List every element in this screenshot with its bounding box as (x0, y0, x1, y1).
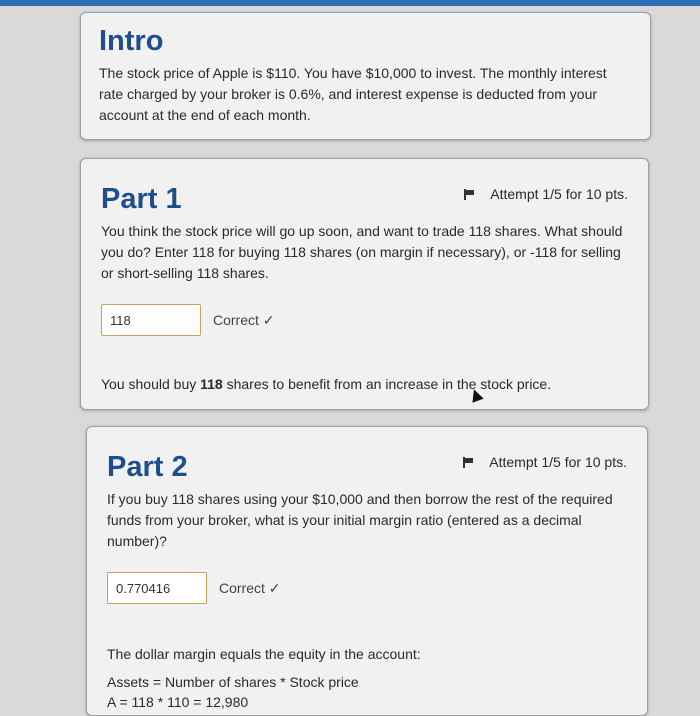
part2-formula-2: A = 118 * 110 = 12,980 (107, 694, 249, 710)
part1-attempt: Attempt 1/5 for 10 pts. (464, 186, 628, 202)
part1-feedback: You should buy 118 shares to benefit fro… (101, 376, 628, 392)
part1-title: Part 1 (101, 183, 182, 215)
part2-question: If you buy 118 shares using your $10,000… (107, 491, 613, 549)
part2-explanation: The dollar margin equals the equity in t… (107, 646, 421, 662)
part2-formula-1: Assets = Number of shares * Stock price (107, 674, 359, 690)
part2-answer-row: Correct ✓ (107, 572, 627, 604)
intro-title: Intro (99, 25, 164, 57)
part1-attempt-label: Attempt 1/5 for 10 pts. (490, 186, 628, 202)
part1-question: You think the stock price will go up soo… (101, 223, 623, 281)
part2-status: Correct ✓ (219, 580, 281, 597)
part2-card: Part 2 Attempt 1/5 for 10 pts. If you bu… (86, 426, 648, 716)
part1-answer-input[interactable] (101, 304, 201, 336)
part1-feedback-pre: You should buy (101, 376, 201, 392)
flag-icon[interactable] (464, 188, 476, 200)
intro-card: Intro The stock price of Apple is $110. … (80, 12, 651, 140)
part1-header: Part 1 Attempt 1/5 for 10 pts. (101, 183, 628, 215)
part2-header: Part 2 Attempt 1/5 for 10 pts. (107, 451, 627, 483)
flag-icon[interactable] (463, 456, 475, 468)
part1-feedback-post: shares to benefit from an increase in th… (222, 376, 552, 392)
part1-feedback-bold: 118 (200, 376, 223, 392)
check-icon: ✓ (268, 579, 281, 596)
part2-attempt: Attempt 1/5 for 10 pts. (463, 454, 627, 470)
part2-title: Part 2 (107, 451, 188, 483)
part1-status: Correct ✓ (213, 312, 275, 329)
part1-answer-row: Correct ✓ (101, 304, 628, 336)
part2-status-label: Correct (219, 579, 265, 596)
top-bar (0, 0, 700, 6)
part2-answer-input[interactable] (107, 572, 207, 604)
intro-text: The stock price of Apple is $110. You ha… (99, 65, 607, 123)
part1-status-label: Correct (213, 311, 259, 328)
part2-attempt-label: Attempt 1/5 for 10 pts. (489, 454, 627, 470)
part1-card: Part 1 Attempt 1/5 for 10 pts. You think… (80, 158, 649, 410)
check-icon: ✓ (262, 311, 275, 328)
part2-explanation-block: The dollar margin equals the equity in t… (107, 644, 627, 712)
